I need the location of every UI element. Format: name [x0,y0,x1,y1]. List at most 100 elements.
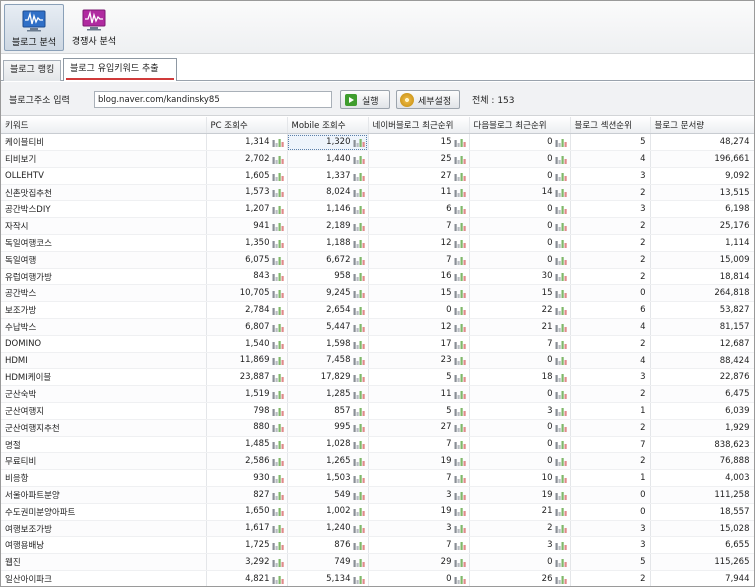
mini-bar-chart-icon[interactable] [353,221,366,231]
value-cell[interactable]: 88,424 [650,352,754,370]
value-cell[interactable]: 15,009 [650,251,754,269]
mini-bar-chart-icon[interactable] [353,490,366,500]
value-cell[interactable]: 6,039 [650,402,754,420]
mini-bar-chart-icon[interactable] [454,355,467,366]
value-cell[interactable]: 21 [469,503,571,521]
table-row[interactable]: HDMI 11,869 7,458 23 0 4 88,424 [1,352,754,370]
value-cell[interactable]: 2 [570,268,651,286]
value-cell[interactable]: 0 [469,553,571,572]
value-cell[interactable]: 2,654 [287,301,369,320]
mini-bar-chart-icon[interactable] [272,305,285,315]
value-cell[interactable]: 6,475 [650,385,754,404]
value-cell[interactable]: 4,821 [206,570,288,586]
value-cell[interactable]: 0 [469,419,571,437]
mini-bar-chart-icon[interactable] [454,137,467,147]
value-cell[interactable]: 1,440 [287,150,369,168]
mini-bar-chart-icon[interactable] [272,389,285,399]
value-cell[interactable]: 1,598 [287,335,369,353]
table-row[interactable]: 보조가방 2,784 2,654 0 22 6 53,827 [1,301,754,320]
value-cell[interactable]: 48,274 [650,133,754,152]
keyword-cell[interactable]: 비응항 [1,469,207,488]
mini-bar-chart-icon[interactable] [555,355,568,366]
blog-analysis-button[interactable]: 블로그 분석 [4,4,64,51]
mini-bar-chart-icon[interactable] [353,322,366,332]
value-cell[interactable]: 1,617 [206,520,288,538]
value-cell[interactable]: 5 [570,133,651,152]
keyword-cell[interactable]: 무료티비 [1,452,207,471]
value-cell[interactable]: 15 [368,133,470,152]
mini-bar-chart-icon[interactable] [272,154,285,164]
value-cell[interactable]: 7,944 [650,570,754,586]
value-cell[interactable]: 941 [206,217,288,236]
mini-bar-chart-icon[interactable] [272,221,285,231]
keyword-cell[interactable]: HDMI케이블 [1,368,207,387]
mini-bar-chart-icon[interactable] [555,540,568,551]
value-cell[interactable]: 3 [570,200,651,219]
table-row[interactable]: 공간박스DIY 1,207 1,146 6 0 3 6,198 [1,200,754,219]
mini-bar-chart-icon[interactable] [555,574,568,584]
mini-bar-chart-icon[interactable] [353,574,366,584]
mini-bar-chart-icon[interactable] [555,456,568,467]
value-cell[interactable]: 5 [570,553,651,572]
value-cell[interactable]: 1 [570,402,651,420]
keyword-cell[interactable]: 여행용배낭 [1,536,207,555]
table-row[interactable]: 여행보조가방 1,617 1,240 3 2 3 15,028 [1,520,754,538]
mini-bar-chart-icon[interactable] [555,523,568,534]
value-cell[interactable]: 3,292 [206,553,288,572]
value-cell[interactable]: 18,557 [650,503,754,521]
value-cell[interactable]: 1 [570,469,651,488]
table-row[interactable]: 무료티비 2,586 1,265 19 0 2 76,888 [1,452,754,471]
mini-bar-chart-icon[interactable] [272,187,285,198]
value-cell[interactable]: 0 [469,452,571,471]
value-cell[interactable]: 11 [368,385,470,404]
value-cell[interactable]: 1,265 [287,452,369,471]
value-cell[interactable]: 6,198 [650,200,754,219]
mini-bar-chart-icon[interactable] [555,473,568,483]
value-cell[interactable]: 12 [368,234,470,252]
mini-bar-chart-icon[interactable] [272,439,285,450]
mini-bar-chart-icon[interactable] [454,422,467,433]
mini-bar-chart-icon[interactable] [272,406,285,416]
table-row[interactable]: 독일여행 6,075 6,672 7 0 2 15,009 [1,251,754,269]
value-cell[interactable]: 1,146 [287,200,369,219]
value-cell[interactable]: 264,818 [650,284,754,303]
mini-bar-chart-icon[interactable] [272,339,285,349]
value-cell[interactable]: 5,447 [287,318,369,336]
value-cell[interactable]: 23,887 [206,368,288,387]
mini-bar-chart-icon[interactable] [555,322,568,332]
value-cell[interactable]: 10 [469,469,571,488]
value-cell[interactable]: 30 [469,268,571,286]
mini-bar-chart-icon[interactable] [454,456,467,467]
mini-bar-chart-icon[interactable] [353,355,366,366]
value-cell[interactable]: 5 [368,402,470,420]
mini-bar-chart-icon[interactable] [454,288,467,299]
value-cell[interactable]: 1,605 [206,167,288,185]
value-cell[interactable]: 7 [368,469,470,488]
value-cell[interactable]: 12 [368,318,470,336]
value-cell[interactable]: 2 [469,520,571,538]
value-cell[interactable]: 6,807 [206,318,288,336]
mini-bar-chart-icon[interactable] [454,322,467,332]
value-cell[interactable]: 5 [368,368,470,387]
value-cell[interactable]: 857 [287,402,369,420]
mini-bar-chart-icon[interactable] [272,372,285,383]
mini-bar-chart-icon[interactable] [353,473,366,483]
mini-bar-chart-icon[interactable] [555,238,568,248]
keyword-cell[interactable]: DOMINO [1,335,207,353]
mini-bar-chart-icon[interactable] [353,238,366,248]
value-cell[interactable]: 19 [368,452,470,471]
value-cell[interactable]: 2,586 [206,452,288,471]
keyword-cell[interactable]: 유럽여행가방 [1,268,207,286]
value-cell[interactable]: 4 [570,150,651,168]
value-cell[interactable]: 3 [570,368,651,387]
value-cell[interactable]: 0 [368,301,470,320]
mini-bar-chart-icon[interactable] [555,204,568,215]
mini-bar-chart-icon[interactable] [555,372,568,383]
mini-bar-chart-icon[interactable] [454,473,467,483]
value-cell[interactable]: 11 [368,184,470,202]
mini-bar-chart-icon[interactable] [272,422,285,433]
column-header[interactable]: 블로그 섹션순위 [570,117,651,135]
value-cell[interactable]: 0 [368,570,470,586]
keyword-cell[interactable]: 군산여행지추천 [1,419,207,437]
value-cell[interactable]: 7,458 [287,352,369,370]
